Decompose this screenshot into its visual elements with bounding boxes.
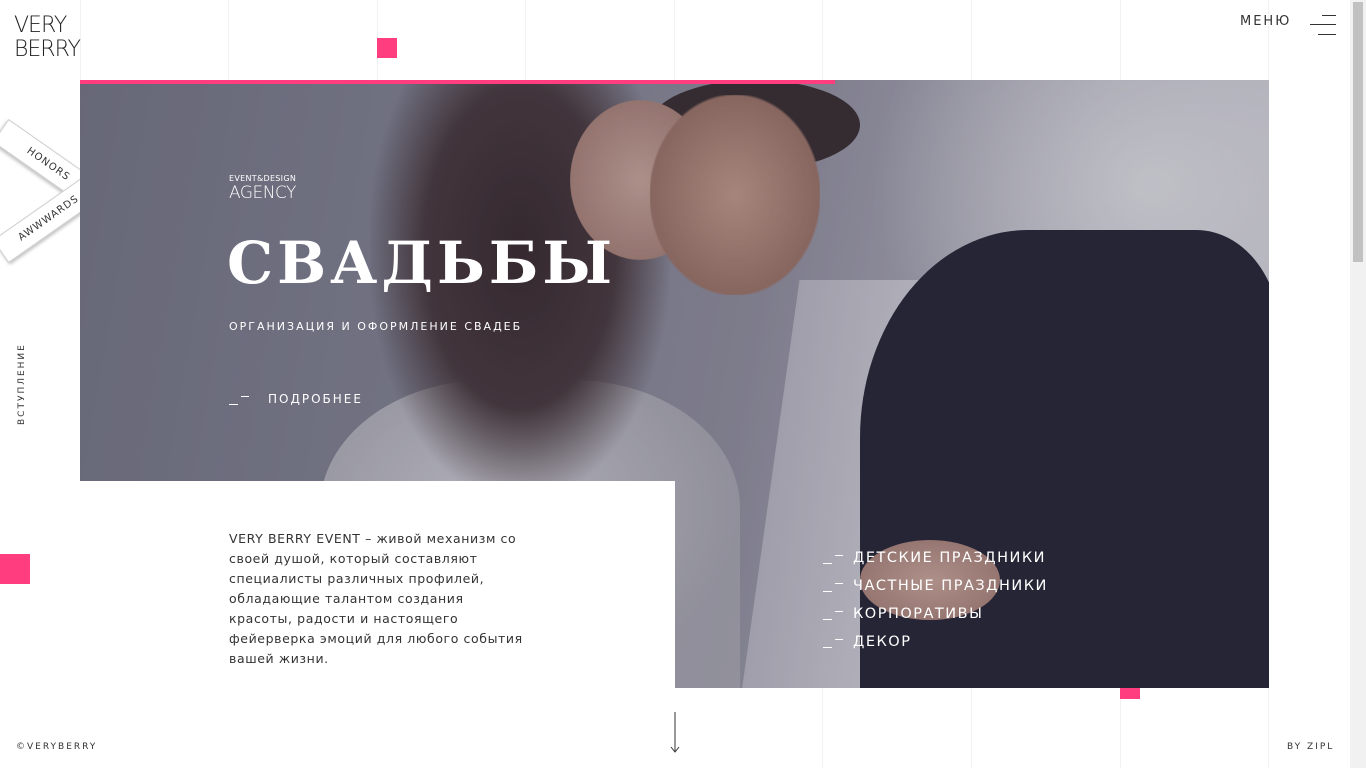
service-label: КОРПОРАТИВЫ — [853, 606, 984, 622]
logo-line-1: VERY — [14, 13, 67, 38]
service-label: ДЕКОР — [853, 634, 912, 650]
logo-line-2: BERRY — [14, 37, 81, 62]
hero-title: СВАДЬБЫ — [227, 229, 617, 297]
accent-square-bottom — [1120, 688, 1140, 699]
brand-logo[interactable]: VERY BERRY — [14, 13, 81, 66]
dash-icon — [229, 392, 251, 406]
scrollbar[interactable] — [1350, 0, 1366, 768]
accent-square-top — [377, 38, 397, 58]
accent-square-left — [0, 554, 30, 584]
more-link[interactable]: ПОДРОБНЕЕ — [229, 392, 363, 406]
service-link-corporate[interactable]: КОРПОРАТИВЫ — [823, 600, 1048, 628]
services-list: ДЕТСКИЕ ПРАЗДНИКИ ЧАСТНЫЕ ПРАЗДНИКИ КОРП… — [823, 544, 1048, 656]
arrow-down-icon[interactable] — [669, 712, 681, 754]
menu-label: МЕНЮ — [1240, 14, 1292, 29]
agency-big-label: AGENCY — [229, 183, 296, 203]
dash-icon — [823, 551, 845, 565]
awwwards-badge[interactable]: HONORS AWWWARDS — [0, 118, 105, 264]
footer-credit-link[interactable]: BY ZIPL — [1287, 742, 1334, 752]
hamburger-icon — [1310, 14, 1336, 38]
footer-copyright: ©VERYBERRY — [16, 742, 98, 752]
agency-mark: EVENT&DESIGN AGENCY — [229, 174, 296, 202]
service-link-decor[interactable]: ДЕКОР — [823, 628, 1048, 656]
section-label: ВСТУПЛЕНИЕ — [17, 343, 27, 425]
dash-icon — [823, 607, 845, 621]
service-link-private[interactable]: ЧАСТНЫЕ ПРАЗДНИКИ — [823, 572, 1048, 600]
service-label: ДЕТСКИЕ ПРАЗДНИКИ — [853, 550, 1046, 566]
dash-icon — [823, 635, 845, 649]
about-text: VERY BERRY EVENT – живой механизм со сво… — [229, 531, 523, 666]
menu-button[interactable]: МЕНЮ — [1240, 14, 1336, 35]
service-link-kids[interactable]: ДЕТСКИЕ ПРАЗДНИКИ — [823, 544, 1048, 572]
accent-line — [80, 80, 835, 84]
more-label: ПОДРОБНЕЕ — [268, 392, 363, 406]
scrollbar-thumb[interactable] — [1353, 2, 1363, 262]
service-label: ЧАСТНЫЕ ПРАЗДНИКИ — [853, 578, 1048, 594]
hero-subtitle: ОРГАНИЗАЦИЯ И ОФОРМЛЕНИЕ СВАДЕБ — [229, 320, 523, 333]
dash-icon — [823, 579, 845, 593]
